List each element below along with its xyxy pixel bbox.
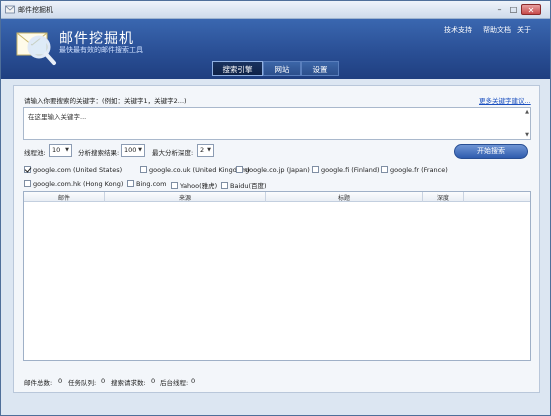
depth-label: 最大分析深度:: [152, 149, 194, 157]
engine-google-co-jp[interactable]: google.co.jp (Japan): [236, 166, 310, 174]
keyword-textarea[interactable]: 在这里输入关键字...: [24, 108, 530, 139]
column-header-source[interactable]: 来源: [105, 193, 265, 202]
background-threads-value: 0: [191, 377, 196, 385]
depth-value: 2: [200, 146, 205, 154]
tab-settings[interactable]: 设置: [301, 61, 339, 76]
minimize-button[interactable]: –: [493, 4, 506, 15]
threads-select[interactable]: 10 ▼: [49, 144, 72, 157]
app-slogan: 最快最有效的邮件搜索工具: [59, 46, 143, 54]
engine-yahoo[interactable]: Yahoo(雅虎): [171, 180, 217, 190]
app-window: 邮件挖掘机 – □ ✕ 邮件挖掘机 最快最有效的邮件搜索工具 技术支持 帮助文档…: [0, 0, 551, 416]
task-queue-value: 0: [101, 377, 106, 385]
search-requests-value: 0: [151, 377, 156, 385]
title-bar[interactable]: 邮件挖掘机 – □ ✕: [1, 1, 550, 19]
about-link[interactable]: 关于: [517, 25, 531, 35]
column-header-depth[interactable]: 深度: [423, 193, 463, 202]
task-queue-label: 任务队列:: [68, 379, 97, 387]
checkbox[interactable]: [381, 166, 388, 173]
total-emails-value: 0: [58, 377, 63, 385]
engine-google-com[interactable]: google.com (United States): [24, 166, 122, 174]
search-panel: 请输入你要搜索的关键字：(例如：关键字1，关键字2...) 更多关键字建议...…: [13, 85, 540, 393]
checkbox[interactable]: [171, 182, 178, 189]
checkbox[interactable]: [221, 182, 228, 189]
engine-google-com-hk[interactable]: google.com.hk (Hong Kong): [24, 180, 123, 188]
help-docs-link[interactable]: 帮助文档: [483, 25, 511, 35]
threads-value: 10: [52, 146, 61, 154]
column-header-title[interactable]: 标题: [266, 193, 422, 202]
tech-support-link[interactable]: 技术支持: [444, 25, 472, 35]
keyword-label: 请输入你要搜索的关键字：(例如：关键字1，关键字2...): [24, 97, 187, 105]
results-table[interactable]: 邮件 来源 标题 深度: [23, 191, 531, 361]
chevron-down-icon: ▼: [138, 147, 142, 153]
engine-bing[interactable]: Bing.com: [127, 180, 166, 188]
results-select[interactable]: 100 ▼: [121, 144, 145, 157]
column-header-email[interactable]: 邮件: [24, 193, 104, 202]
engine-google-fr[interactable]: google.fr (France): [381, 166, 448, 174]
chevron-down-icon: ▼: [65, 147, 69, 153]
magnifier-envelope-icon: [16, 32, 56, 65]
engine-google-co-uk[interactable]: google.co.uk (United Kingdom): [140, 166, 250, 174]
maximize-button[interactable]: □: [507, 4, 520, 15]
chevron-down-icon: ▼: [207, 147, 211, 153]
tab-website[interactable]: 网站: [263, 61, 301, 76]
tab-search-engine[interactable]: 搜索引擎: [212, 61, 263, 76]
engine-google-fi[interactable]: google.fi (Finland): [312, 166, 380, 174]
checkbox[interactable]: [24, 166, 31, 173]
total-emails-label: 邮件总数:: [24, 379, 53, 387]
checkbox[interactable]: [140, 166, 147, 173]
table-header: 邮件 来源 标题 深度: [24, 192, 530, 202]
close-button[interactable]: ✕: [521, 4, 541, 15]
checkbox[interactable]: [127, 180, 134, 187]
keyword-input-box[interactable]: 在这里输入关键字... ▲ ▼: [23, 107, 531, 140]
checkbox[interactable]: [236, 166, 243, 173]
search-requests-label: 搜索请求数:: [111, 379, 146, 387]
checkbox[interactable]: [312, 166, 319, 173]
checkbox[interactable]: [24, 180, 31, 187]
background-threads-label: 后台线程:: [160, 379, 189, 387]
depth-select[interactable]: 2 ▼: [197, 144, 214, 157]
window-title: 邮件挖掘机: [18, 6, 53, 14]
app-icon: [5, 5, 15, 14]
engine-baidu[interactable]: Baidu(百度): [221, 180, 267, 190]
start-search-button[interactable]: 开始搜索: [454, 144, 528, 159]
more-keywords-link[interactable]: 更多关键字建议...: [479, 95, 531, 105]
scroll-down-icon[interactable]: ▼: [525, 132, 529, 138]
scroll-up-icon[interactable]: ▲: [525, 109, 529, 115]
header-banner: 邮件挖掘机 最快最有效的邮件搜索工具 技术支持 帮助文档 关于 搜索引擎 网站 …: [1, 19, 550, 79]
results-value: 100: [124, 146, 137, 154]
column-divider[interactable]: [463, 192, 464, 202]
results-label: 分析搜索结果:: [78, 149, 120, 157]
threads-label: 线程池:: [24, 149, 46, 157]
